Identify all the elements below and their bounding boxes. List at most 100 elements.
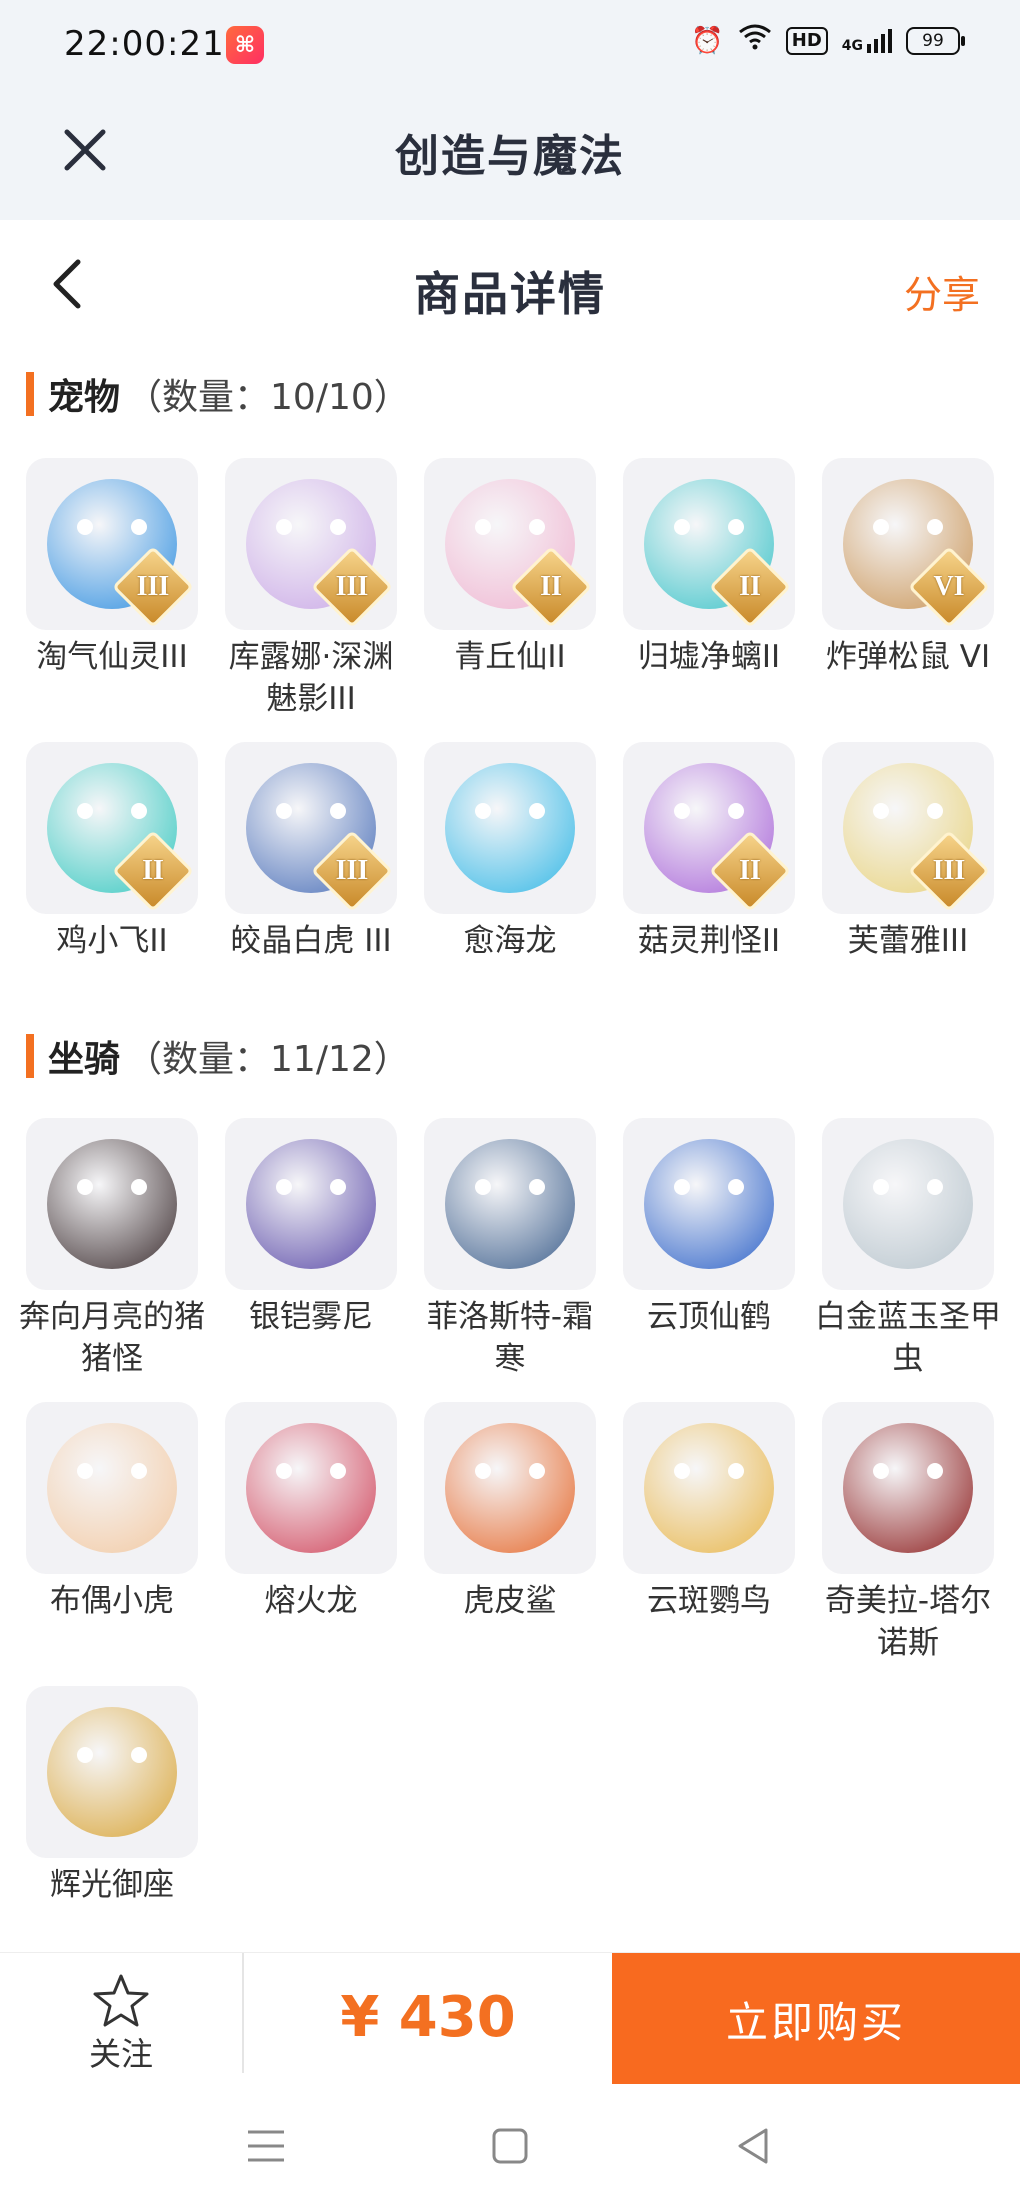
mounts-thumbnail <box>822 1118 994 1290</box>
mounts-item-name: 布偶小虎 <box>50 1583 174 1619</box>
mounts-section-count: （数量：11/12） <box>126 1039 410 1080</box>
home-icon[interactable] <box>488 2124 532 2168</box>
pets-item[interactable]: VI 炸弹松鼠 VI <box>813 458 1003 678</box>
mounts-item-name: 云斑鹦鸟 <box>647 1583 771 1619</box>
pets-item[interactable]: II 归墟净螭II <box>614 458 804 678</box>
mounts-item-name: 白金蓝玉圣甲虫 <box>815 1299 1001 1377</box>
follow-label: 关注 <box>88 2035 153 2073</box>
mounts-item[interactable]: 布偶小虎 <box>17 1402 207 1622</box>
pets-item[interactable]: 愈海龙 <box>415 742 605 962</box>
section-accent-bar <box>26 1034 34 1078</box>
mounts-item[interactable]: 菲洛斯特-霜寒 <box>415 1118 605 1380</box>
app-bar: 创造与魔法 <box>0 90 1020 220</box>
rank-badge-label: III <box>335 571 369 602</box>
pets-thumbnail: VI <box>822 458 994 630</box>
mounts-avatar-image <box>246 1423 376 1553</box>
rank-badge-label: II <box>540 571 562 602</box>
pets-thumbnail <box>424 742 596 914</box>
mounts-item[interactable]: 银铠雾尼 <box>216 1118 406 1338</box>
status-time: 22:00:21 <box>64 24 225 64</box>
pets-thumbnail: II <box>424 458 596 630</box>
pets-item-name: 库露娜·深渊魅影III <box>228 639 394 717</box>
mounts-item-name: 熔火龙 <box>264 1583 358 1619</box>
mounts-section-header: 坐骑 （数量：11/12） <box>26 1030 410 1082</box>
pets-item[interactable]: II 菇灵荆怪II <box>614 742 804 962</box>
mounts-item[interactable]: 熔火龙 <box>216 1402 406 1622</box>
mounts-thumbnail <box>623 1118 795 1290</box>
hd-icon: HD <box>785 26 828 55</box>
pets-item-name: 皎晶白虎 III <box>230 923 392 959</box>
pets-item-name: 愈海龙 <box>463 923 557 959</box>
purchase-bar: 关注 ¥ 430 立即购买 <box>0 1952 1020 2085</box>
rank-badge-label: II <box>739 571 761 602</box>
mounts-thumbnail <box>424 1402 596 1574</box>
status-icons: ⏰ HD 4G 99 <box>691 24 965 57</box>
mounts-item[interactable]: 奇美拉-塔尔诺斯 <box>813 1402 1003 1664</box>
app-notification-icon: ⌘ <box>226 26 264 64</box>
pets-item[interactable]: III 皎晶白虎 III <box>216 742 406 962</box>
share-button[interactable]: 分享 <box>904 264 980 319</box>
pets-thumbnail: II <box>623 742 795 914</box>
mounts-thumbnail <box>26 1118 198 1290</box>
rank-badge-label: II <box>142 855 164 886</box>
mounts-section-title: 坐骑 <box>48 1039 121 1080</box>
page-header: 商品详情 分享 <box>0 220 1020 350</box>
mounts-item-name: 银铠雾尼 <box>249 1299 373 1335</box>
rank-badge-label: III <box>335 855 369 886</box>
pets-item-name: 芙蕾雅III <box>847 923 969 959</box>
mounts-avatar-image <box>843 1423 973 1553</box>
rank-badge-label: III <box>932 855 966 886</box>
pets-thumbnail: II <box>623 458 795 630</box>
mounts-avatar-image <box>843 1139 973 1269</box>
mounts-item-name: 奇美拉-塔尔诺斯 <box>824 1583 992 1661</box>
system-nav-bar <box>0 2084 1020 2210</box>
mounts-item-name: 云顶仙鹤 <box>647 1299 771 1335</box>
mounts-item[interactable]: 云斑鹦鸟 <box>614 1402 804 1622</box>
alarm-icon: ⏰ <box>691 25 724 56</box>
pets-item[interactable]: II 鸡小飞II <box>17 742 207 962</box>
network-type: 4G <box>841 37 863 54</box>
pets-item[interactable]: III 淘气仙灵III <box>17 458 207 678</box>
pets-item-name: 归墟净螭II <box>637 639 781 675</box>
mounts-item[interactable]: 奔向月亮的猪猪怪 <box>17 1118 207 1380</box>
follow-button[interactable]: 关注 <box>0 1953 242 2085</box>
pets-thumbnail: III <box>225 742 397 914</box>
mounts-thumbnail <box>26 1402 198 1574</box>
pets-item-name: 菇灵荆怪II <box>637 923 781 959</box>
mounts-avatar-image <box>246 1139 376 1269</box>
mounts-item-name: 辉光御座 <box>50 1867 174 1903</box>
back-nav-icon[interactable] <box>732 2124 776 2168</box>
pets-item[interactable]: III 库露娜·深渊魅影III <box>216 458 406 720</box>
buy-now-button[interactable]: 立即购买 <box>612 1953 1020 2085</box>
mounts-thumbnail <box>822 1402 994 1574</box>
signal-icon: 4G <box>842 28 892 54</box>
mounts-avatar-image <box>644 1139 774 1269</box>
pets-section-header: 宠物 （数量：10/10） <box>26 368 410 420</box>
pets-item[interactable]: II 青丘仙II <box>415 458 605 678</box>
mounts-item[interactable]: 云顶仙鹤 <box>614 1118 804 1338</box>
page-title: 商品详情 <box>414 267 606 321</box>
wifi-icon <box>738 24 772 57</box>
battery-icon: 99 <box>906 26 965 55</box>
section-accent-bar <box>26 372 34 416</box>
mounts-item[interactable]: 辉光御座 <box>17 1686 207 1906</box>
mounts-item[interactable]: 白金蓝玉圣甲虫 <box>813 1118 1003 1380</box>
mounts-thumbnail <box>424 1118 596 1290</box>
menu-icon[interactable] <box>244 2124 288 2168</box>
mounts-avatar-image <box>644 1423 774 1553</box>
mounts-item[interactable]: 虎皮鲨 <box>415 1402 605 1622</box>
pets-item[interactable]: III 芙蕾雅III <box>813 742 1003 962</box>
pets-section-title: 宠物 <box>48 377 121 418</box>
mounts-thumbnail <box>225 1402 397 1574</box>
mounts-item-name: 菲洛斯特-霜寒 <box>426 1299 594 1377</box>
mounts-item-name: 奔向月亮的猪猪怪 <box>19 1299 205 1377</box>
mounts-avatar-image <box>47 1707 177 1837</box>
pets-item-name: 鸡小飞II <box>56 923 168 959</box>
pets-thumbnail: III <box>26 458 198 630</box>
rank-badge-label: II <box>739 855 761 886</box>
rank-badge-label: VI <box>933 571 965 602</box>
app-notification-icon-glyph: ⌘ <box>234 32 256 58</box>
mounts-thumbnail <box>26 1686 198 1858</box>
pets-item-name: 淘气仙灵III <box>36 639 188 675</box>
mounts-avatar-image <box>445 1423 575 1553</box>
